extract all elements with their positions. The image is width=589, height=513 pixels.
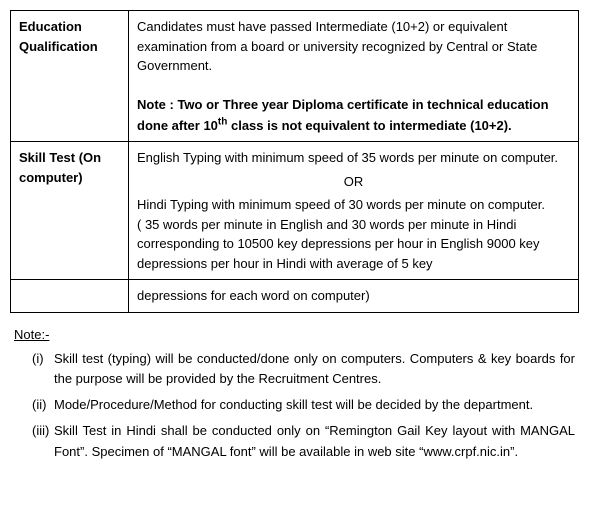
education-para1: Candidates must have passed Intermediate…: [137, 17, 570, 76]
note-num-2: (ii): [14, 395, 54, 415]
note-num-1: (i): [14, 349, 54, 369]
qualification-table: Education Qualification Candidates must …: [10, 10, 579, 313]
note-list: (i) Skill test (typing) will be conducte…: [14, 349, 575, 462]
skill-test-content: English Typing with minimum speed of 35 …: [129, 142, 579, 280]
english-typing-line: English Typing with minimum speed of 35 …: [137, 150, 558, 165]
hindi-typing-line: Hindi Typing with minimum speed of 30 wo…: [137, 197, 545, 212]
education-label: Education Qualification: [11, 11, 129, 142]
note-item-1: (i) Skill test (typing) will be conducte…: [14, 349, 575, 389]
education-content: Candidates must have passed Intermediate…: [129, 11, 579, 142]
education-label-text: Education Qualification: [19, 19, 98, 54]
education-note: Note : Two or Three year Diploma certifi…: [137, 95, 570, 135]
key-depressions-line: ( 35 words per minute in English and 30 …: [137, 217, 540, 271]
note-item-3: (iii) Skill Test in Hindi shall be condu…: [14, 421, 575, 461]
continuation-row: depressions for each word on computer): [11, 280, 579, 313]
continuation-content: depressions for each word on computer): [129, 280, 579, 313]
note-heading: Note:-: [14, 327, 49, 342]
note-text-bold: Note : Two or Three year Diploma certifi…: [137, 97, 549, 133]
empty-label: [11, 280, 129, 313]
superscript: th: [218, 117, 227, 128]
skill-test-label: Skill Test (On computer): [11, 142, 129, 280]
education-row: Education Qualification Candidates must …: [11, 11, 579, 142]
note-item-2: (ii) Mode/Procedure/Method for conductin…: [14, 395, 575, 415]
continuation-text: depressions for each word on computer): [137, 288, 370, 303]
bottom-notes: Note:- (i) Skill test (typing) will be c…: [10, 325, 579, 462]
skill-test-row: Skill Test (On computer) English Typing …: [11, 142, 579, 280]
note-text-2: Mode/Procedure/Method for conducting ski…: [54, 395, 575, 415]
note-text-3: Skill Test in Hindi shall be conducted o…: [54, 421, 575, 461]
or-separator: OR: [137, 172, 570, 192]
note-num-3: (iii): [14, 421, 54, 441]
note-text-1: Skill test (typing) will be conducted/do…: [54, 349, 575, 389]
skill-test-label-text: Skill Test (On computer): [19, 150, 101, 185]
